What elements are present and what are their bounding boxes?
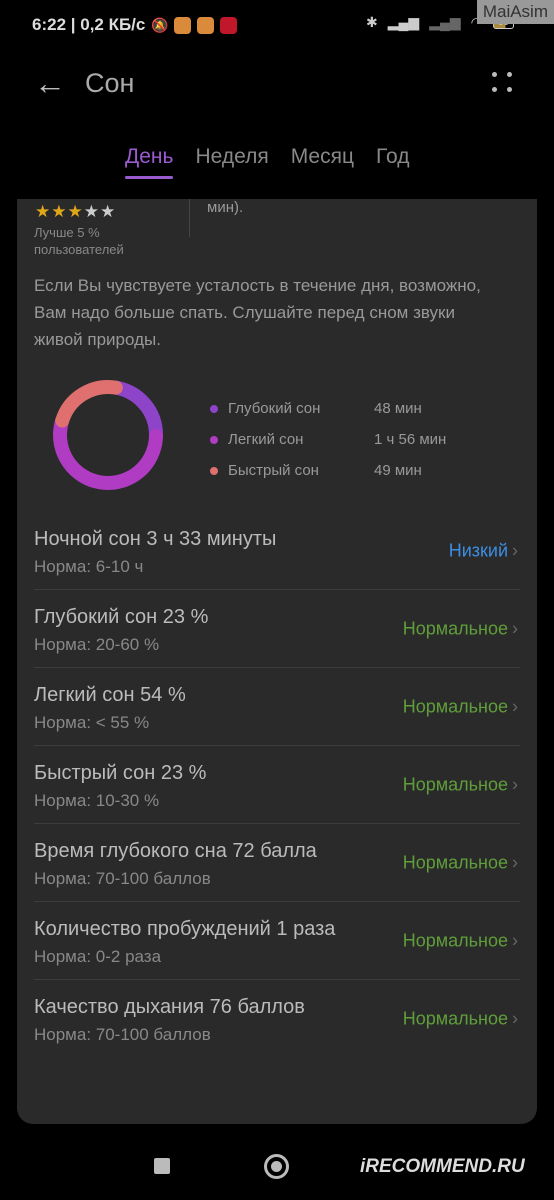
legend-name: Легкий сон [228, 431, 304, 448]
tab-week[interactable]: Неделя [195, 145, 268, 179]
chevron-right-icon: › [512, 852, 518, 872]
metric-row[interactable]: Ночной сон 3 ч 33 минуты Норма: 6-10 ч Низ… [34, 512, 520, 590]
chevron-right-icon: › [512, 1008, 518, 1028]
legend-dot-icon [210, 435, 218, 444]
metric-title: Время глубокого сна 72 балла [34, 840, 317, 862]
chevron-right-icon: › [512, 618, 518, 638]
tab-day[interactable]: День [125, 145, 174, 179]
metric-title: Количество пробуждений 1 раза [34, 918, 336, 940]
status-label: Нормальное [402, 696, 508, 716]
app-notification-icon [174, 16, 192, 34]
star-icon: ★ [35, 202, 52, 221]
chevron-right-icon: › [512, 774, 518, 794]
star-icon: ★ [100, 202, 117, 221]
back-arrow-icon[interactable]: ← [34, 65, 66, 102]
status-label: Нормальное [402, 930, 508, 950]
legend-item: Легкий сон 1 ч 56 мин [210, 424, 446, 455]
net-speed: 0,2 КБ/с [80, 15, 146, 34]
recents-button[interactable] [154, 1158, 170, 1174]
tab-year[interactable]: Год [376, 145, 409, 179]
app-notification-icon [197, 16, 215, 34]
mute-bell-icon: 🔕 [151, 16, 169, 33]
chevron-right-icon: › [512, 930, 518, 950]
metric-status: Нормальное › [403, 852, 518, 873]
tab-month[interactable]: Месяц [291, 145, 354, 179]
status-label: Нормальное [402, 1008, 508, 1028]
more-options-icon[interactable] [492, 72, 514, 94]
chevron-right-icon: › [512, 696, 518, 716]
metric-row[interactable]: Быстрый сон 23 % Норма: 10-30 % Нормальное… [34, 746, 520, 824]
star-icon: ★ [83, 202, 100, 221]
metric-row[interactable]: Качество дыхания 76 баллов Норма: 70-100 … [34, 980, 520, 1057]
home-button[interactable] [264, 1154, 289, 1179]
sleep-card: ★★★★★ Лучше 5 % пользователей мин). Если… [17, 199, 537, 1124]
clock: 6:22 [32, 15, 67, 34]
metric-title: Глубокий сон 23 % [34, 606, 209, 628]
metric-title: Качество дыхания 76 баллов [34, 996, 305, 1018]
metric-row[interactable]: Легкий сон 54 % Норма: < 55 % Нормальное › [34, 668, 520, 746]
signal2-icon: ▂▄▆ [429, 14, 461, 30]
duration-tail: мин). [207, 199, 244, 216]
metric-title: Быстрый сон 23 % [34, 762, 207, 784]
metric-row[interactable]: Время глубокого сна 72 балла Норма: 70-10… [34, 824, 520, 902]
legend-dot-icon [210, 466, 218, 475]
page-title: Сон [85, 67, 135, 98]
rating-stars: ★★★★★ [35, 202, 116, 222]
metrics-list: Ночной сон 3 ч 33 минуты Норма: 6-10 ч Низ… [34, 512, 520, 1057]
legend-value: 48 мин [374, 400, 422, 417]
sleep-donut-chart [53, 380, 163, 490]
status-label: Нормальное [402, 618, 508, 638]
advice-text: Если Вы чувствуете усталость в течение д… [34, 276, 481, 349]
watermark: MaiAsim [476, 0, 554, 24]
status-label: Низкий [448, 540, 508, 560]
legend-value: 1 ч 56 мин [374, 431, 447, 448]
metric-status: Нормальное › [403, 930, 518, 951]
divider [189, 199, 190, 237]
pinterest-icon [220, 16, 238, 34]
legend-dot-icon [210, 404, 218, 413]
legend-name: Глубокий сон [228, 400, 321, 417]
legend-value: 49 мин [374, 462, 422, 479]
irecommend-logo: iRECOMMEND.RU [360, 1156, 525, 1177]
metric-status: Нормальное › [403, 1008, 518, 1029]
period-tabs: День Неделя Месяц Год [125, 145, 409, 179]
metric-title: Ночной сон 3 ч 33 минуты [34, 528, 277, 550]
legend-item: Глубокий сон 48 мин [210, 393, 446, 424]
star-icon: ★ [67, 202, 84, 221]
metric-row[interactable]: Глубокий сон 23 % Норма: 20-60 % Нормально… [34, 590, 520, 668]
metric-status: Нормальное › [403, 696, 518, 717]
bluetooth-icon: ✱ [366, 14, 378, 30]
metric-status: Нормальное › [403, 618, 518, 639]
metric-status: Нормальное › [403, 774, 518, 795]
navigation-bar: iRECOMMEND.RU [0, 1134, 554, 1200]
chevron-right-icon: › [512, 540, 518, 560]
metric-status: Низкий › [449, 540, 518, 561]
legend-item: Быстрый сон 49 мин [210, 455, 446, 486]
chart-legend: Глубокий сон 48 мин Легкий сон 1 ч 56 мин Бы… [210, 393, 446, 486]
metric-row[interactable]: Количество пробуждений 1 раза Норма: 0-2 … [34, 902, 520, 980]
metric-norm: Норма: 6-10 ч [34, 557, 144, 576]
status-label: Нормальное [402, 852, 508, 872]
star-icon: ★ [51, 202, 68, 221]
rank-text: Лучше 5 % пользователей [34, 225, 124, 257]
metric-title: Легкий сон 54 % [34, 684, 186, 706]
legend-name: Быстрый сон [228, 462, 319, 479]
signal-icon: ▂▄▆ [387, 14, 420, 30]
status-label: Нормальное [402, 774, 508, 794]
app-bar: ← Сон [0, 55, 554, 111]
